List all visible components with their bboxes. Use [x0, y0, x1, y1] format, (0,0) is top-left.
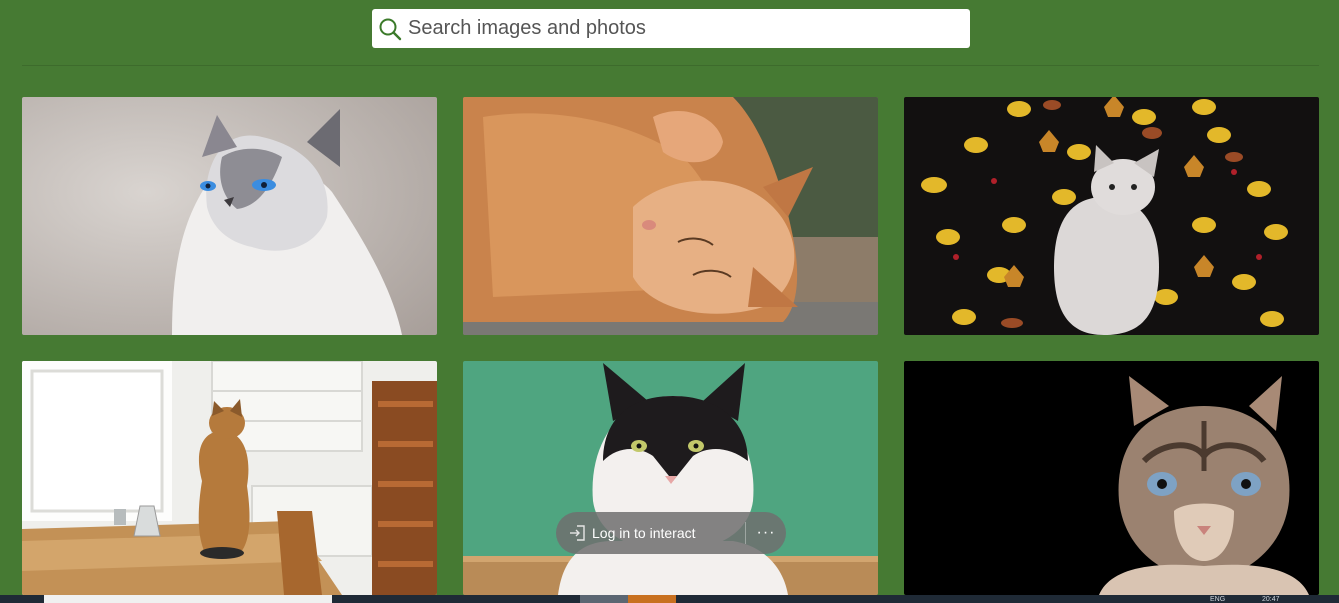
image-tile-tabby-kitchen[interactable]: [22, 361, 437, 595]
image-tile-black-white-cat[interactable]: [463, 361, 878, 595]
taskbar-clock[interactable]: 20:47: [1262, 596, 1280, 603]
tabby-kitchen-photo: [22, 361, 437, 595]
taskbar-app-button[interactable]: [580, 595, 628, 603]
taskbar-search-field[interactable]: [44, 595, 332, 603]
login-overlay-bar: Log in to interact ···: [556, 512, 786, 554]
image-tile-siamese-cat[interactable]: [22, 97, 437, 335]
orange-cat-photo: [463, 97, 878, 335]
taskbar: ENG 20:47: [0, 595, 1339, 603]
login-button[interactable]: Log in to interact: [556, 512, 745, 554]
taskbar-active-app-button[interactable]: [628, 595, 676, 603]
image-tile-orange-cat[interactable]: [463, 97, 878, 335]
image-tile-kitten-leaves[interactable]: [904, 97, 1319, 335]
login-label: Log in to interact: [592, 525, 696, 541]
kitten-leaves-photo: [904, 97, 1319, 335]
login-icon: [568, 523, 588, 543]
tabby-black-photo: [904, 361, 1319, 595]
siamese-cat-photo: [22, 97, 437, 335]
black-white-cat-photo: [463, 361, 878, 595]
taskbar-language[interactable]: ENG: [1210, 596, 1225, 603]
more-options-button[interactable]: ···: [746, 512, 786, 554]
search-input[interactable]: [408, 17, 948, 40]
search-icon: [377, 16, 403, 42]
search-bar[interactable]: [372, 9, 970, 48]
header-divider: [22, 65, 1319, 66]
image-tile-tabby-black[interactable]: [904, 361, 1319, 595]
